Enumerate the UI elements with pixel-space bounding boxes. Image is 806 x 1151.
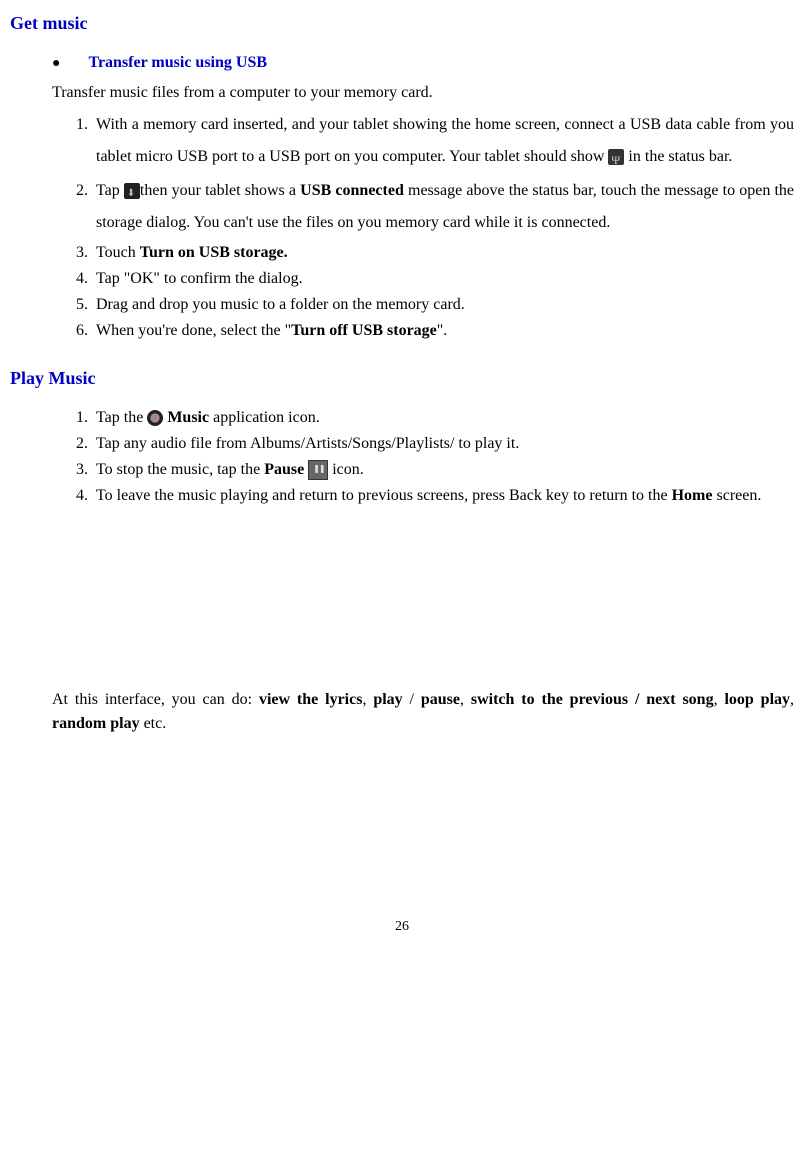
- section-heading-get-music: Get music: [10, 10, 794, 37]
- step-5: Drag and drop you music to a folder on t…: [92, 293, 794, 317]
- step-3-pre: Touch: [96, 244, 140, 261]
- interface-b2: play: [373, 691, 402, 708]
- step-1: With a memory card inserted, and your ta…: [92, 109, 794, 173]
- play-step-3-bold1: Pause: [264, 461, 304, 478]
- interface-b6: random play: [52, 715, 140, 732]
- step-2-bold1: USB connected: [300, 182, 404, 199]
- step-2: Tap then your tablet shows a USB connect…: [92, 175, 794, 239]
- play-steps-list: Tap the Music application icon. Tap any …: [52, 406, 794, 508]
- interface-b1: view the lyrics: [259, 691, 363, 708]
- usb-icon: [608, 149, 624, 165]
- interface-s5: ,: [790, 691, 794, 708]
- transfer-steps-list: With a memory card inserted, and your ta…: [52, 109, 794, 343]
- play-step-4-post: screen.: [712, 487, 761, 504]
- interface-s4: ,: [714, 691, 725, 708]
- page-number: 26: [10, 916, 794, 937]
- interface-s3: ,: [460, 691, 471, 708]
- step-1-post: in the status bar.: [628, 148, 732, 165]
- interface-s1: ,: [362, 691, 373, 708]
- step-2-pre: Tap: [96, 182, 124, 199]
- step-6: When you're done, select the "Turn off U…: [92, 319, 794, 343]
- play-step-1-post: application icon.: [209, 409, 320, 426]
- intro-text: Transfer music files from a computer to …: [52, 81, 794, 105]
- step-3: Touch Turn on USB storage.: [92, 241, 794, 265]
- bullet-dot-icon: ●: [52, 53, 60, 74]
- notification-icon: [124, 183, 140, 199]
- play-step-1-pre: Tap the: [96, 409, 147, 426]
- play-step-1-bold1: Music: [167, 409, 209, 426]
- step-4: Tap "OK" to confirm the dialog.: [92, 267, 794, 291]
- step-6-pre: When you're done, select the ": [96, 322, 291, 339]
- interface-b3: pause: [421, 691, 460, 708]
- play-step-3-pre: To stop the music, tap the: [96, 461, 264, 478]
- play-step-2: Tap any audio file from Albums/Artists/S…: [92, 432, 794, 456]
- step-6-post: ".: [437, 322, 448, 339]
- play-step-3: To stop the music, tap the Pause icon.: [92, 458, 794, 482]
- interface-note: At this interface, you can do: view the …: [52, 688, 794, 736]
- interface-pre: At this interface, you can do:: [52, 691, 259, 708]
- subheading-transfer-usb: Transfer music using USB: [88, 51, 267, 75]
- music-app-icon: [147, 410, 163, 426]
- step-6-bold1: Turn off USB storage: [291, 322, 437, 339]
- interface-b4: switch to the previous / next song: [471, 691, 714, 708]
- pause-icon: [308, 460, 328, 480]
- play-step-3-post: icon.: [332, 461, 364, 478]
- play-step-4-bold1: Home: [672, 487, 713, 504]
- interface-s2: /: [403, 691, 421, 708]
- step-3-bold1: Turn on USB storage.: [140, 244, 288, 261]
- interface-post: etc.: [140, 715, 167, 732]
- play-step-4: To leave the music playing and return to…: [92, 484, 794, 508]
- interface-b5: loop play: [724, 691, 790, 708]
- play-step-1: Tap the Music application icon.: [92, 406, 794, 430]
- step-2-mid1: then your tablet shows a: [140, 182, 300, 199]
- bullet-transfer-usb: ● Transfer music using USB: [52, 51, 794, 75]
- play-step-4-pre: To leave the music playing and return to…: [96, 487, 672, 504]
- section-heading-play-music: Play Music: [10, 365, 794, 392]
